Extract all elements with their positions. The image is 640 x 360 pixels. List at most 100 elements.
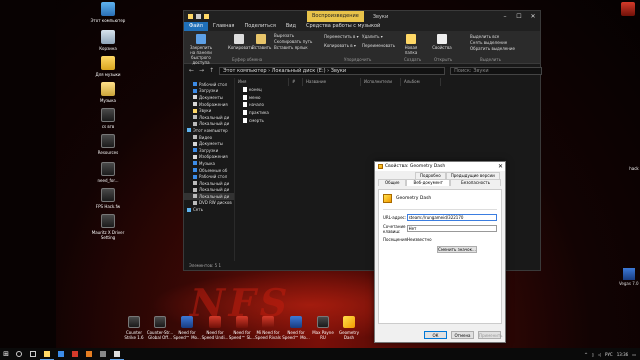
tab-music-tools[interactable]: Средства работы с музыкой <box>301 22 385 31</box>
sidebar-item[interactable]: Изображения <box>184 101 234 108</box>
select-all-button[interactable]: Выделить все <box>470 34 499 39</box>
chevron-up-icon[interactable]: ^ <box>584 352 587 357</box>
minimize-icon[interactable]: – <box>498 13 512 20</box>
search-icon[interactable] <box>12 351 26 357</box>
column-album[interactable]: Альбом <box>401 78 441 86</box>
notifications-icon[interactable]: ▭ <box>632 352 636 357</box>
dialog-titlebar[interactable]: Свойства: Geometry Dash ✕ <box>375 162 505 171</box>
tab-home[interactable]: Главная <box>208 22 240 31</box>
close-icon[interactable]: ✕ <box>496 163 505 170</box>
ok-button[interactable]: ОК <box>424 331 447 339</box>
explorer-taskbar-icon[interactable] <box>40 348 54 360</box>
desktop-icon[interactable]: Counter Strike 1.6 <box>120 316 148 340</box>
tab-details[interactable]: Подробно <box>415 172 446 179</box>
copy-button[interactable]: Копировать <box>228 34 253 50</box>
sidebar-item[interactable]: Объемные об <box>184 167 234 174</box>
column-artists[interactable]: Исполнители <box>361 78 401 86</box>
cancel-button[interactable]: Отмена <box>451 331 474 339</box>
new-folder-button[interactable]: Новая папка <box>402 34 420 55</box>
properties-qa-icon[interactable] <box>196 14 201 19</box>
search-input[interactable]: Поиск: Звуки <box>450 66 543 75</box>
desktop-icon[interactable]: Need for Speed™ Mo... <box>282 316 310 340</box>
tab-view[interactable]: Вид <box>281 22 301 31</box>
sidebar-item[interactable]: Изображения <box>184 154 234 161</box>
desktop-icon[interactable]: Этот компьютер <box>90 2 126 23</box>
context-tab-playback[interactable]: Воспроизведение <box>307 11 364 22</box>
desktop-icon-top-right[interactable] <box>610 2 640 18</box>
copy-path-button[interactable]: Скопировать путь <box>274 39 312 44</box>
url-input[interactable] <box>406 213 497 221</box>
properties-button[interactable]: Свойства <box>432 34 452 50</box>
maximize-icon[interactable]: ☐ <box>512 13 526 20</box>
browser-taskbar-icon[interactable] <box>54 351 68 357</box>
file-row[interactable]: конец <box>235 86 540 94</box>
file-row[interactable]: меню <box>235 94 540 102</box>
file-row[interactable]: начало <box>235 101 540 109</box>
desktop-icon[interactable]: Geometry Dash <box>335 316 363 340</box>
move-to-button[interactable]: Переместить в ▾ <box>324 34 359 39</box>
rename-button[interactable]: Переименовать <box>362 43 395 48</box>
close-icon[interactable]: ✕ <box>526 13 540 20</box>
desktop-icon[interactable]: Mauritz X Driver Setting <box>90 214 126 240</box>
tab-previous-versions[interactable]: Предыдущие версии <box>445 172 500 179</box>
steam-taskbar-icon[interactable] <box>96 351 110 357</box>
task-view-icon[interactable] <box>26 351 40 357</box>
sidebar-item[interactable]: Рабочий стол <box>184 81 234 88</box>
windows-icon[interactable]: ⊞ <box>0 350 12 358</box>
sidebar-item[interactable]: Локальный ди <box>184 187 234 194</box>
copy-to-button[interactable]: Копировать в ▾ <box>324 43 356 48</box>
sidebar-item[interactable]: Звуки <box>184 107 234 114</box>
file-row[interactable]: практика <box>235 109 540 117</box>
sidebar-item[interactable]: Загрузки <box>184 147 234 154</box>
clock[interactable]: 13:36 <box>617 352 629 357</box>
desktop-icon[interactable]: Корзина <box>90 30 126 51</box>
column-number[interactable]: # <box>289 78 303 86</box>
explorer-titlebar[interactable]: Воспроизведение Звуки – ☐ ✕ <box>184 11 540 22</box>
paste-shortcut-button[interactable]: Вставить ярлык <box>274 45 308 50</box>
desktop-icon[interactable]: Mi Need for Speed Rivals <box>254 316 282 340</box>
sidebar-item[interactable]: Локальный ди <box>184 114 234 121</box>
desktop-icon[interactable]: cs вгв <box>90 108 126 129</box>
sidebar-item[interactable]: Сеть <box>184 206 234 213</box>
properties-taskbar-icon[interactable] <box>110 348 124 360</box>
tab-share[interactable]: Поделиться <box>239 22 280 31</box>
desktop-icon[interactable]: Need for Speed™ SL... <box>228 316 256 340</box>
desktop-icon-vegas[interactable]: Vegas 7.0 <box>619 268 639 286</box>
cut-button[interactable]: Вырезать <box>274 33 294 38</box>
sidebar-item[interactable]: Локальный ди <box>184 193 234 200</box>
tab-web-document[interactable]: Веб-документ <box>406 179 450 186</box>
sidebar-item[interactable]: Локальный ди <box>184 121 234 128</box>
desktop-icon[interactable]: Need for Speed™ Mo... <box>173 316 201 340</box>
file-row[interactable]: смерть <box>235 116 540 124</box>
tab-file[interactable]: Файл <box>184 22 208 31</box>
new-folder-qa-icon[interactable] <box>204 14 209 19</box>
sidebar-item[interactable]: Документы <box>184 140 234 147</box>
delete-button[interactable]: Удалить ▾ <box>362 34 383 39</box>
pin-quick-access-button[interactable]: Закрепить на панели быстрого доступа <box>188 34 214 65</box>
sidebar-item[interactable]: Локальный ди <box>184 180 234 187</box>
change-icon-button[interactable]: Сменить значок... <box>437 246 477 253</box>
deselect-button[interactable]: Снять выделение <box>470 40 507 45</box>
sidebar-item[interactable]: DVD RW дисков <box>184 200 234 207</box>
desktop-fragment-hack[interactable]: hack <box>616 166 640 171</box>
language-indicator[interactable]: РУС <box>605 352 613 357</box>
desktop-icon[interactable]: Музыка <box>90 82 126 103</box>
sidebar-item[interactable]: Загрузки <box>184 88 234 95</box>
network-icon[interactable]: ▯ <box>592 352 594 357</box>
forward-arrow-icon[interactable]: → <box>199 67 204 74</box>
desktop-icon[interactable]: FPS Hack.fw <box>90 188 126 209</box>
hotkey-input[interactable] <box>406 225 497 232</box>
invert-selection-button[interactable]: Обратить выделение <box>470 46 515 51</box>
desktop-icon[interactable]: Need for Speed Undi... <box>201 316 229 340</box>
volume-icon[interactable]: ◁ <box>598 352 601 357</box>
sidebar-item[interactable]: Этот компьютер <box>184 127 234 134</box>
tab-general[interactable]: Общие <box>378 179 407 186</box>
sidebar-item[interactable]: Рабочий стол <box>184 173 234 180</box>
column-title[interactable]: Название <box>303 78 361 86</box>
app-taskbar-icon[interactable] <box>68 351 82 357</box>
back-arrow-icon[interactable]: ← <box>189 67 194 74</box>
apply-button[interactable]: Применить <box>478 331 503 339</box>
up-arrow-icon[interactable]: ↑ <box>209 67 214 74</box>
column-name[interactable]: Имя <box>235 78 289 86</box>
desktop-icon[interactable]: Resources <box>90 134 126 155</box>
